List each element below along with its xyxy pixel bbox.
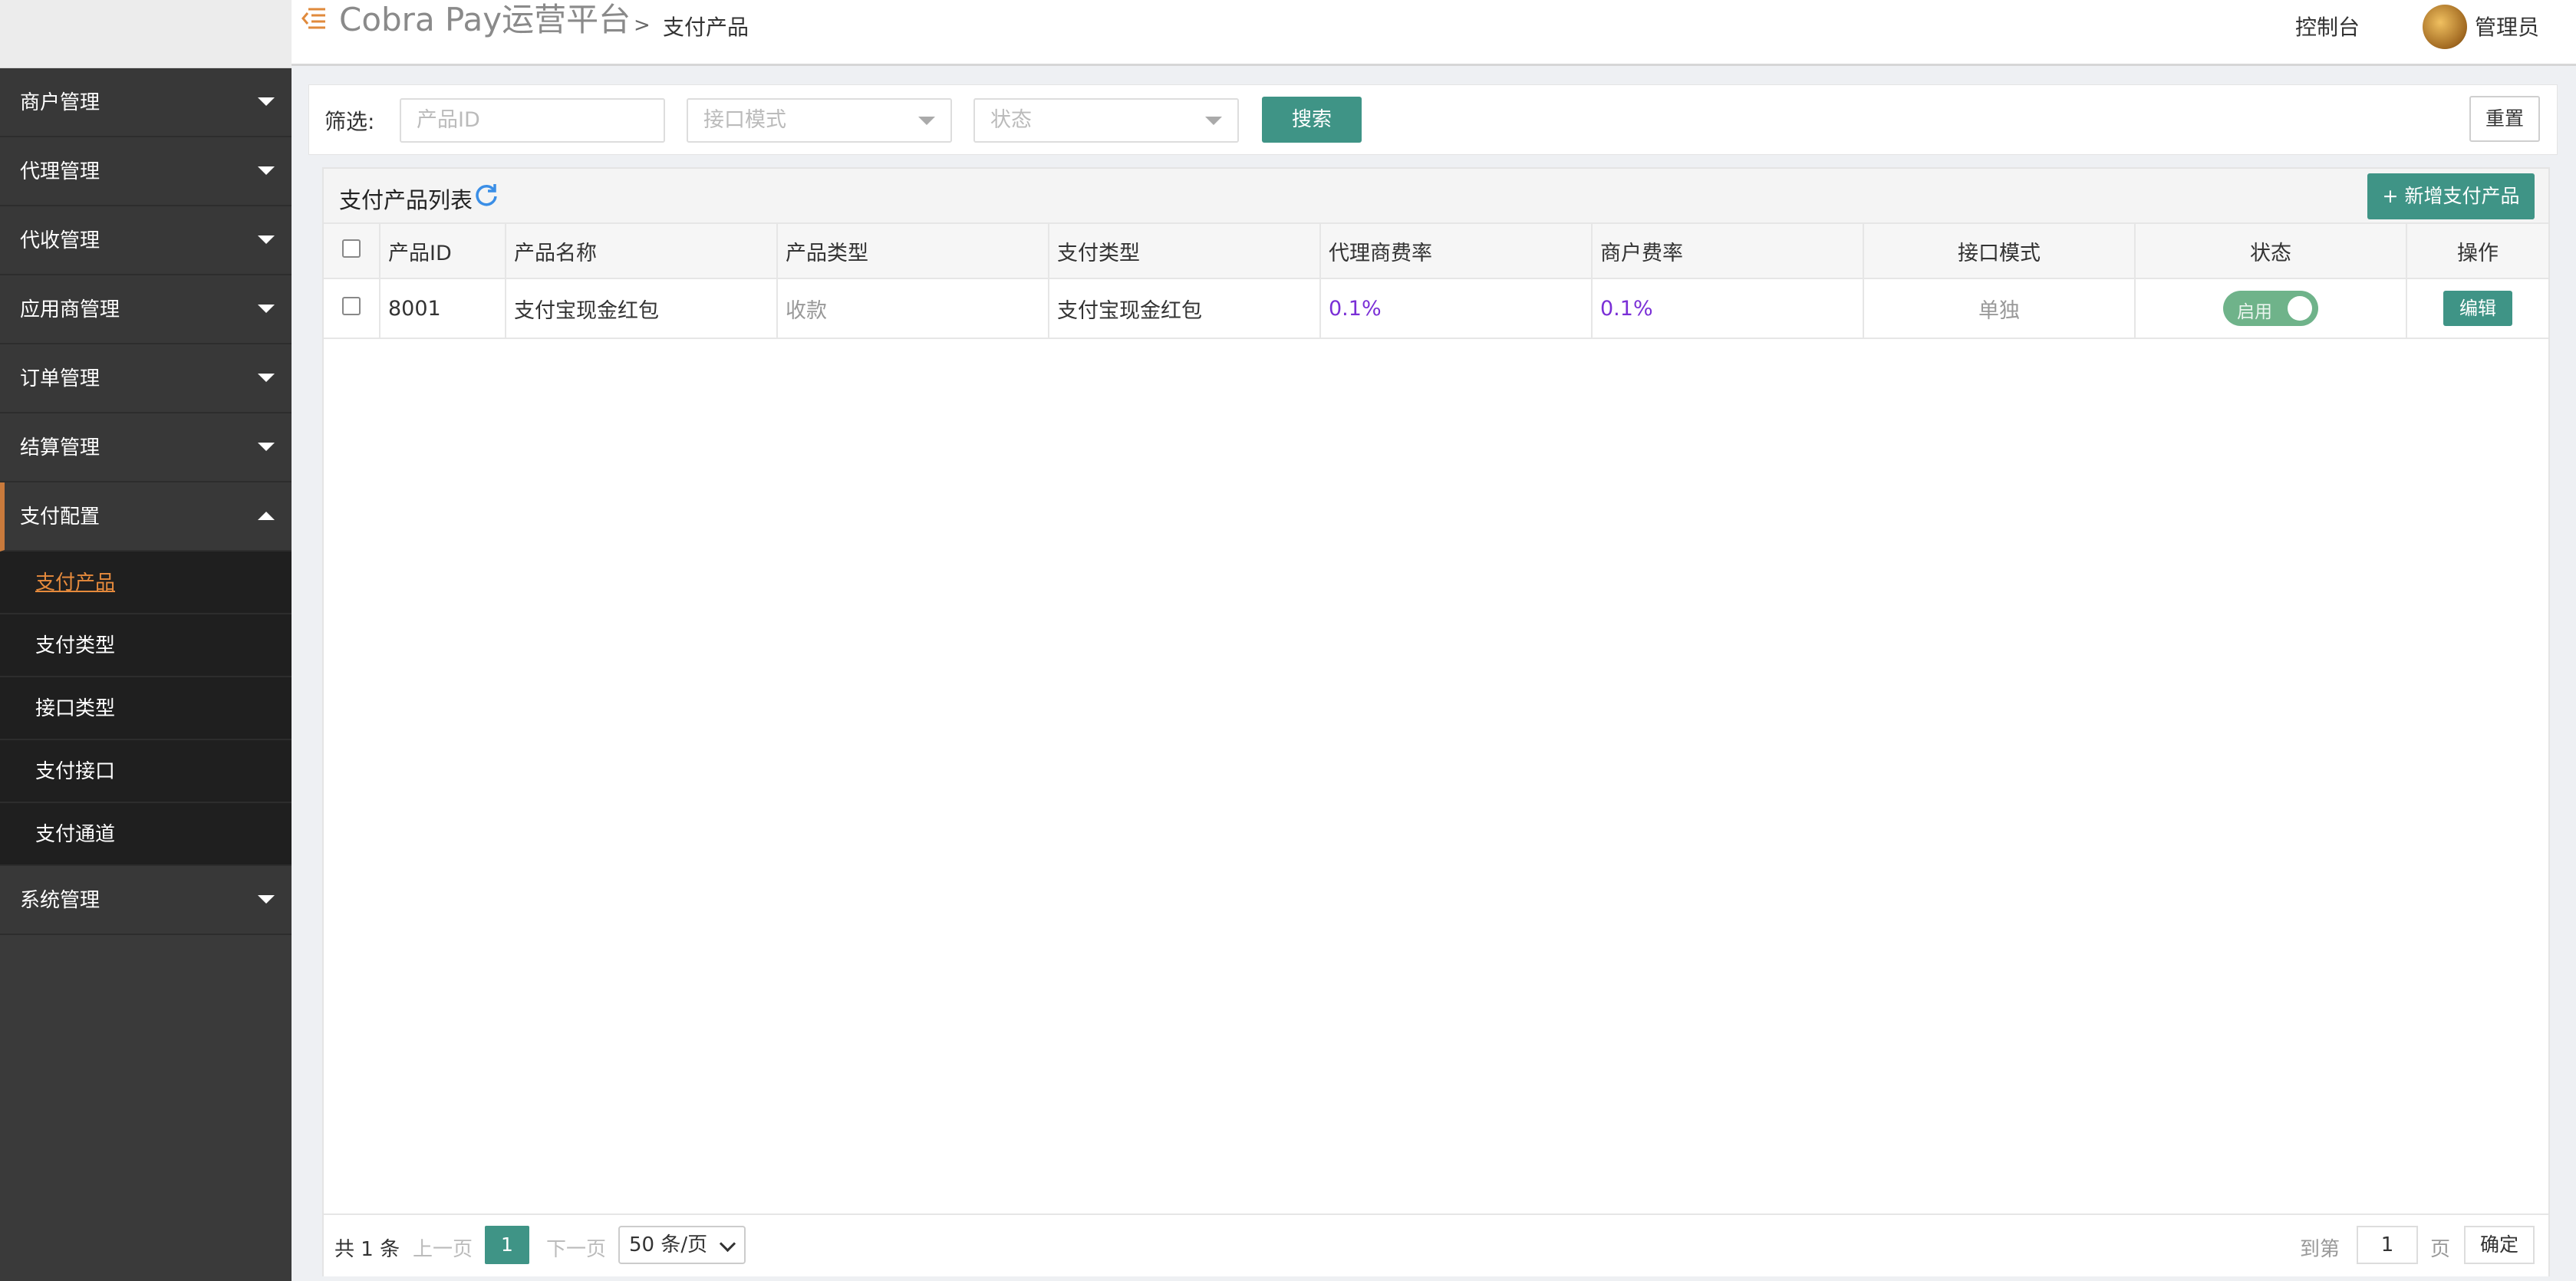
edit-button[interactable]: 编辑: [2443, 291, 2512, 326]
goto-confirm-button[interactable]: 确定: [2464, 1226, 2535, 1264]
chevron-up-icon: [258, 512, 275, 520]
select-all-cell: [324, 224, 380, 279]
sidebar-item-label: 系统管理: [20, 889, 100, 912]
col-pay-type[interactable]: 支付类型: [1049, 224, 1321, 279]
breadcrumb: 支付产品: [663, 15, 749, 40]
chevron-down-icon: [258, 305, 275, 313]
breadcrumb-separator: >: [634, 14, 651, 37]
chevron-down-icon: [258, 235, 275, 244]
sidebar-item-system[interactable]: 系统管理: [0, 866, 292, 935]
console-link[interactable]: 控制台: [2295, 11, 2360, 41]
chevron-down-icon: [719, 1235, 736, 1253]
col-actions: 操作: [2406, 224, 2548, 279]
sidebar-subitem-interface-type[interactable]: 接口类型: [0, 677, 292, 740]
cell-agent-rate: 0.1%: [1320, 278, 1593, 339]
chevron-down-icon: [258, 443, 275, 451]
col-product-name[interactable]: 产品名称: [506, 224, 778, 279]
status-toggle-label: 启用: [2237, 302, 2272, 322]
user-name[interactable]: 管理员: [2475, 11, 2539, 41]
sidebar-item-orders[interactable]: 订单管理: [0, 344, 292, 413]
product-list-panel: 支付产品列表 + 新增支付产品 产品ID 产品名称 产品类型 支付类型 代理商费…: [322, 167, 2550, 1276]
sidebar: 商户管理 代理管理 代收管理 应用商管理 订单管理 结算管理 支付配置 支付产品…: [0, 0, 292, 1281]
chevron-down-icon: [918, 117, 935, 125]
pagination-total: 共 1 条: [334, 1238, 400, 1261]
row-select-cell: [324, 278, 380, 339]
prev-page-button[interactable]: 上一页: [413, 1233, 473, 1262]
goto-unit-label: 页: [2430, 1238, 2451, 1261]
pagination: 共 1 条 上一页 1 下一页 50 条/页 到第 1 页 确定: [324, 1213, 2548, 1276]
cell-product-name: 支付宝现金红包: [506, 278, 778, 339]
sidebar-subitem-payment-interface[interactable]: 支付接口: [0, 740, 292, 803]
sidebar-subitem-payment-channel[interactable]: 支付通道: [0, 803, 292, 866]
sidebar-item-merchant[interactable]: 商户管理: [0, 68, 292, 137]
page-size-select[interactable]: 50 条/页: [618, 1226, 746, 1264]
col-product-type[interactable]: 产品类型: [777, 224, 1049, 279]
product-id-input[interactable]: 产品ID: [400, 98, 665, 143]
chevron-down-icon: [258, 97, 275, 106]
page-size-value: 50 条/页: [629, 1233, 708, 1256]
status-toggle[interactable]: 启用: [2223, 291, 2318, 326]
goto-page-input[interactable]: 1: [2357, 1226, 2418, 1264]
panel-header: 支付产品列表 + 新增支付产品: [324, 169, 2548, 224]
chevron-down-icon: [258, 374, 275, 382]
col-agent-rate[interactable]: 代理商费率: [1320, 224, 1593, 279]
search-button[interactable]: 搜索: [1262, 97, 1362, 143]
sidebar-item-label: 应用商管理: [20, 298, 120, 321]
top-bar: Cobra Pay运营平台 > 支付产品 控制台 管理员: [292, 0, 2576, 66]
filter-label: 筛选:: [324, 109, 375, 134]
cell-pay-type: 支付宝现金红包: [1049, 278, 1321, 339]
app-title: Cobra Pay运营平台: [339, 1, 631, 38]
cell-product-id: 8001: [380, 278, 506, 339]
col-status[interactable]: 状态: [2135, 224, 2407, 279]
chevron-down-icon: [1205, 117, 1222, 125]
col-interface-mode[interactable]: 接口模式: [1863, 224, 2136, 279]
cell-interface-mode: 单独: [1863, 278, 2136, 339]
sidebar-item-label: 支付配置: [20, 505, 100, 529]
sidebar-item-label: 代理管理: [20, 160, 100, 183]
col-merchant-rate[interactable]: 商户费率: [1592, 224, 1864, 279]
status-placeholder: 状态: [990, 108, 1032, 132]
interface-mode-placeholder: 接口模式: [703, 108, 786, 132]
page-number-current[interactable]: 1: [485, 1226, 529, 1264]
sidebar-item-collection[interactable]: 代收管理: [0, 206, 292, 275]
sidebar-subitem-payment-product[interactable]: 支付产品: [0, 552, 292, 614]
cell-status: 启用: [2135, 278, 2407, 339]
avatar[interactable]: [2423, 5, 2467, 49]
status-select[interactable]: 状态: [973, 98, 1239, 143]
sidebar-item-settlement[interactable]: 结算管理: [0, 413, 292, 482]
table-row: 8001 支付宝现金红包 收款 支付宝现金红包 0.1% 0.1% 单独 启用 …: [324, 278, 2548, 339]
sidebar-subitem-payment-type[interactable]: 支付类型: [0, 614, 292, 677]
sidebar-item-label: 订单管理: [20, 367, 100, 390]
sidebar-item-agent[interactable]: 代理管理: [0, 137, 292, 206]
cell-merchant-rate: 0.1%: [1592, 278, 1864, 339]
col-product-id[interactable]: 产品ID: [380, 224, 506, 279]
sidebar-item-label: 结算管理: [20, 436, 100, 459]
toggle-knob: [2288, 296, 2312, 321]
add-product-button[interactable]: + 新增支付产品: [2367, 173, 2535, 219]
panel-title: 支付产品列表: [339, 187, 473, 213]
sidebar-item-label: 代收管理: [20, 229, 100, 252]
sidebar-item-label: 商户管理: [20, 91, 100, 114]
filter-bar: 筛选: 产品ID 接口模式 状态 搜索 重置: [308, 84, 2558, 155]
reset-button[interactable]: 重置: [2469, 96, 2540, 142]
product-table: 产品ID 产品名称 产品类型 支付类型 代理商费率 商户费率 接口模式 状态 操…: [324, 224, 2548, 339]
menu-fold-icon[interactable]: [301, 6, 327, 29]
chevron-down-icon: [258, 166, 275, 175]
submenu-payment-config: 支付产品 支付类型 接口类型 支付接口 支付通道: [0, 552, 292, 866]
sidebar-logo-area: [0, 0, 292, 68]
sidebar-item-payment-config[interactable]: 支付配置: [0, 482, 292, 552]
sidebar-item-app-vendor[interactable]: 应用商管理: [0, 275, 292, 344]
cell-product-type: 收款: [777, 278, 1049, 339]
select-all-checkbox[interactable]: [342, 239, 361, 258]
product-id-placeholder: 产品ID: [417, 108, 480, 132]
next-page-button[interactable]: 下一页: [546, 1233, 606, 1262]
interface-mode-select[interactable]: 接口模式: [687, 98, 952, 143]
cell-actions: 编辑: [2406, 278, 2548, 339]
goto-label: 到第: [2300, 1238, 2340, 1261]
table-header-row: 产品ID 产品名称 产品类型 支付类型 代理商费率 商户费率 接口模式 状态 操…: [324, 224, 2548, 279]
refresh-icon[interactable]: [473, 181, 500, 209]
chevron-down-icon: [258, 895, 275, 904]
row-checkbox[interactable]: [342, 296, 361, 315]
